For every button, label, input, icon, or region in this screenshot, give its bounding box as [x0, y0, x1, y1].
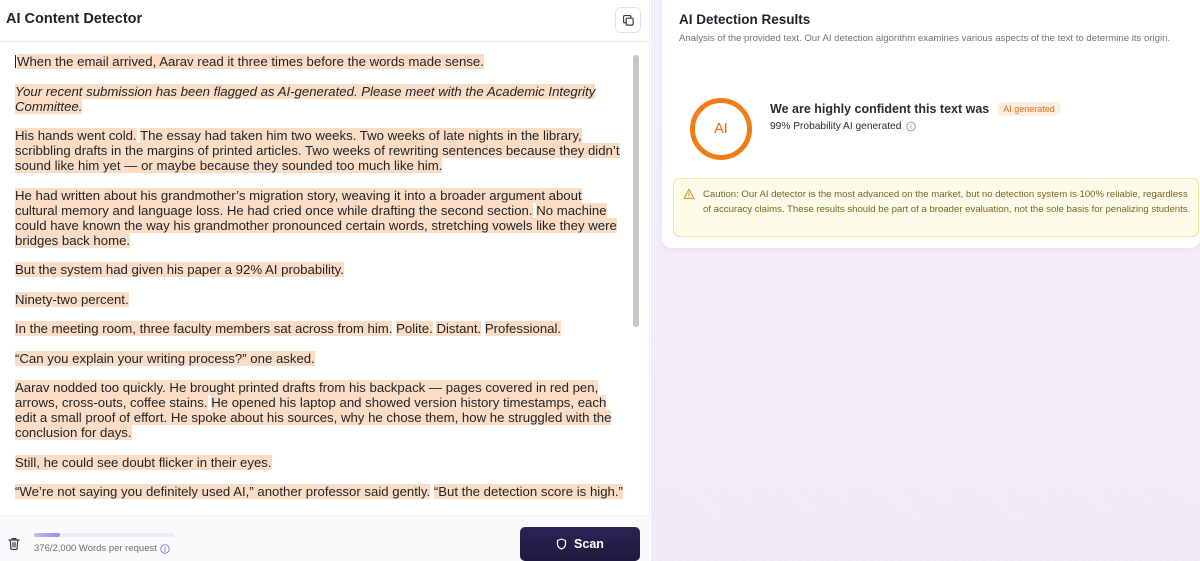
confidence-statement: We are highly confident this text was AI…	[770, 102, 1061, 116]
copy-icon	[622, 14, 634, 26]
probability-text: 99% Probability AI generated	[770, 121, 902, 132]
highlighted-sentence: Distant.	[436, 321, 482, 336]
text-cursor	[15, 55, 16, 68]
detector-panel: AI Content Detector When the email arriv…	[0, 0, 650, 561]
highlighted-sentence: Polite.	[396, 321, 433, 336]
editor-paragraph: “Can you explain your writing process?” …	[15, 350, 627, 366]
editor-paragraph: Your recent submission has been flagged …	[15, 83, 627, 114]
caution-text: Caution: Our AI detector is the most adv…	[703, 189, 1191, 215]
highlighted-sentence: In the meeting room, three faculty membe…	[15, 321, 393, 336]
ring-label: AI	[714, 121, 728, 137]
editor-scrollbar[interactable]	[633, 52, 639, 500]
highlighted-sentence: Your recent submission has been flagged …	[15, 83, 596, 114]
confidence-text: We are highly confident this text was	[770, 102, 990, 116]
highlighted-sentence: Ninety-two percent.	[15, 291, 129, 307]
editor-paragraph: Ninety-two percent.	[15, 291, 627, 307]
highlighted-sentence: His hands went cold.	[15, 128, 137, 143]
editor-footer: 376/2,000 Words per request Scan	[0, 515, 650, 561]
editor-paragraph: His hands went cold. The essay had taken…	[15, 128, 627, 173]
word-count-label: 376/2,000 Words per request	[34, 543, 170, 554]
trash-icon	[8, 537, 20, 550]
caution-notice: Caution: Our AI detector is the most adv…	[673, 178, 1199, 237]
word-usage-bar	[34, 533, 174, 537]
page-title: AI Content Detector	[6, 11, 143, 27]
highlighted-sentence: But the system had given his paper a 92%…	[15, 262, 344, 277]
scan-button[interactable]: Scan	[520, 527, 640, 561]
highlighted-sentence: “But the detection score is high.”	[433, 484, 623, 499]
editor-paragraph: “We’re not saying you definitely used AI…	[15, 484, 627, 499]
editor-paragraph: Still, he could see doubt flicker in the…	[15, 454, 627, 470]
editor-paragraph: Aarav nodded too quickly. He brought pri…	[15, 380, 627, 440]
word-usage-fill	[34, 533, 61, 537]
editor-paragraph: He had written about his grandmother’s m…	[15, 187, 627, 248]
probability-line: 99% Probability AI generated	[770, 121, 917, 132]
warning-icon	[683, 188, 695, 199]
clear-text-button[interactable]	[6, 535, 22, 551]
info-icon[interactable]	[160, 543, 170, 554]
highlighted-sentence: He had written about his grandmother’s m…	[15, 187, 582, 218]
ai-generated-badge: AI generated	[997, 102, 1061, 116]
scan-label: Scan	[574, 537, 604, 551]
highlighted-sentence: When the email arrived, Aarav read it th…	[17, 54, 484, 69]
editor-paragraph: But the system had given his paper a 92%…	[15, 262, 627, 277]
highlighted-sentence: Professional.	[484, 321, 562, 336]
probability-info-icon[interactable]	[906, 121, 917, 132]
word-count-text: 376/2,000 Words per request	[34, 543, 157, 554]
results-panel: AI Detection Results Analysis of the pro…	[651, 0, 1200, 561]
shield-icon	[556, 538, 567, 550]
results-card: AI Detection Results Analysis of the pro…	[662, 0, 1200, 248]
text-editor[interactable]: When the email arrived, Aarav read it th…	[15, 54, 627, 504]
highlighted-sentence: Still, he could see doubt flicker in the…	[15, 454, 272, 470]
results-description: Analysis of the provided text. Our AI de…	[679, 33, 1171, 44]
editor-paragraph: When the email arrived, Aarav read it th…	[15, 54, 627, 69]
editor-paragraph: In the meeting room, three faculty membe…	[15, 321, 627, 336]
highlighted-sentence: “Can you explain your writing process?” …	[15, 350, 315, 366]
scrollbar-thumb[interactable]	[633, 55, 639, 327]
ai-score-ring: AI	[690, 98, 752, 160]
results-title: AI Detection Results	[679, 12, 811, 27]
detector-header: AI Content Detector	[0, 0, 650, 42]
copy-button[interactable]	[615, 7, 641, 33]
highlighted-sentence: “We’re not saying you definitely used AI…	[15, 484, 431, 499]
